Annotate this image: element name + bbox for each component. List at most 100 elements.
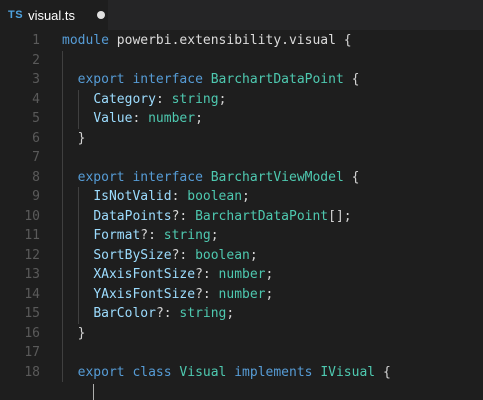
code-line[interactable]: 8 export interface BarchartViewModel { — [0, 168, 483, 188]
code-token: BarchartDataPoint — [210, 72, 344, 87]
line-number: 8 — [32, 169, 40, 185]
code-token: ?: — [195, 267, 219, 282]
code-line[interactable]: 12 SortBySize?: boolean; — [0, 246, 483, 266]
code-token: { — [335, 33, 352, 48]
typescript-file-icon: TS — [8, 9, 24, 21]
code-token: class — [132, 364, 172, 380]
code-token: BarColor — [93, 306, 156, 321]
code-text: } — [62, 324, 86, 344]
code-token: ; — [218, 91, 227, 107]
unsaved-changes-dot-icon[interactable] — [97, 11, 106, 19]
code-token: []; — [328, 208, 352, 224]
code-token: ; — [226, 306, 235, 321]
code-line[interactable]: 11 Format?: string; — [0, 226, 483, 246]
line-number: 6 — [32, 130, 40, 146]
code-token: IsNotValid — [93, 189, 172, 204]
code-line[interactable]: 7 — [0, 148, 483, 168]
code-text: Format?: string; — [62, 226, 219, 246]
line-number: 15 — [24, 306, 40, 321]
code-token: ?: — [195, 286, 219, 302]
code-editor[interactable]: 1 module powerbi.extensibility.visual { 2 3… — [0, 31, 483, 400]
line-number: 9 — [32, 189, 40, 204]
indent-guide — [77, 89, 79, 129]
code-line[interactable]: 9 IsNotValid: boolean; — [0, 187, 483, 207]
code-token: export — [77, 72, 125, 87]
line-number: 10 — [24, 208, 40, 224]
code-token: ?: — [140, 228, 164, 243]
code-token: : — [132, 111, 149, 126]
code-token: string — [163, 228, 211, 243]
code-token: ; — [265, 286, 274, 302]
editor-tab-bar: TS visual.ts — [0, 0, 483, 31]
code-token: { — [343, 72, 360, 87]
code-token: ?: — [171, 208, 196, 224]
code-text: } — [62, 129, 86, 149]
code-line[interactable]: 13 XAxisFontSize?: number; — [0, 265, 483, 285]
code-token: interface — [132, 72, 203, 87]
code-line[interactable]: 4 Category: string; — [0, 90, 483, 110]
code-text: export interface BarchartDataPoint { — [62, 70, 360, 90]
code-line[interactable]: 1 module powerbi.extensibility.visual { — [0, 31, 483, 51]
code-token: ; — [242, 189, 250, 204]
code-token: : — [171, 189, 188, 204]
line-number: 11 — [24, 228, 40, 243]
code-token: BarchartDataPoint — [195, 208, 329, 224]
code-line[interactable]: 16 } — [0, 324, 483, 344]
code-token: number — [218, 267, 266, 282]
code-token: XAxisFontSize — [93, 267, 196, 282]
code-token: ?: — [155, 306, 180, 321]
code-token: BarchartViewModel — [210, 169, 344, 185]
code-line[interactable]: 17 — [0, 343, 483, 363]
line-number: 14 — [24, 286, 40, 302]
code-token: DataPoints — [93, 208, 172, 224]
line-number: 12 — [24, 247, 40, 263]
line-number: 16 — [24, 325, 40, 341]
code-text: module powerbi.extensibility.visual { — [62, 31, 352, 51]
code-line[interactable]: 10 DataPoints?: BarchartDataPoint[]; — [0, 207, 483, 227]
code-token: string — [179, 306, 227, 321]
code-token: export — [77, 169, 125, 185]
code-text: YAxisFontSize?: number; — [62, 285, 273, 305]
code-token: ; — [210, 228, 219, 243]
code-text: DataPoints?: BarchartDataPoint[]; — [62, 207, 352, 227]
line-number: 17 — [24, 345, 40, 360]
code-token: ; — [249, 247, 258, 263]
code-text: SortBySize?: boolean; — [62, 246, 258, 266]
code-token: : — [155, 91, 172, 107]
code-line[interactable]: 6 } — [0, 129, 483, 149]
code-line[interactable]: 15 BarColor?: string; — [0, 304, 483, 324]
code-text: export interface BarchartViewModel { — [62, 168, 360, 188]
line-number: 4 — [32, 91, 40, 107]
code-token: YAxisFontSize — [93, 286, 196, 302]
line-number: 5 — [32, 111, 40, 126]
code-token: } — [77, 130, 86, 146]
code-token: ; — [265, 267, 274, 282]
code-token: Format — [93, 228, 141, 243]
line-number: 13 — [24, 267, 40, 282]
code-line[interactable]: 5 Value: number; — [0, 109, 483, 129]
indent-guide — [77, 187, 79, 324]
code-token: implements — [234, 364, 313, 380]
code-token: } — [77, 325, 86, 341]
code-line[interactable]: 18 export class Visual implements IVisua… — [0, 363, 483, 383]
code-token: { — [343, 169, 360, 185]
code-line[interactable]: 3 export interface BarchartDataPoint { — [0, 70, 483, 90]
code-token: export — [77, 364, 125, 380]
code-token: SortBySize — [93, 247, 172, 263]
line-number: 18 — [24, 364, 40, 380]
line-number: 2 — [32, 52, 40, 68]
code-line[interactable]: 2 — [0, 51, 483, 71]
code-token: ; — [195, 111, 203, 126]
code-token: number — [148, 111, 196, 126]
code-line[interactable]: 14 YAxisFontSize?: number; — [0, 285, 483, 305]
line-number: 1 — [32, 33, 40, 48]
indent-guide — [62, 50, 63, 382]
tab-visual-ts[interactable]: TS visual.ts — [0, 0, 108, 30]
code-text: Category: string; — [62, 90, 226, 110]
line-number: 3 — [32, 72, 40, 87]
